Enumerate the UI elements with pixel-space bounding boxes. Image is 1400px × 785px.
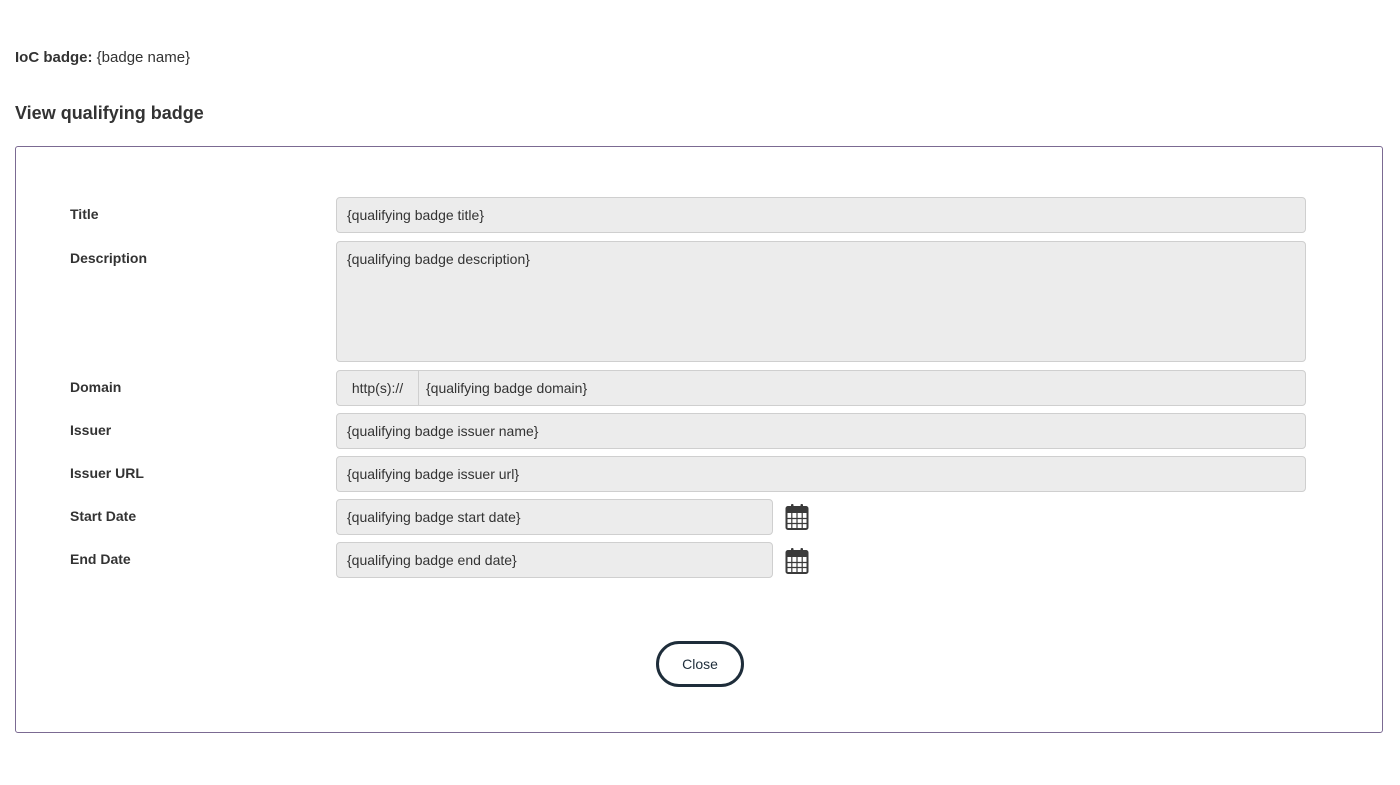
issuer-url-label: Issuer URL	[70, 465, 144, 481]
title-field[interactable]: {qualifying badge title}	[336, 197, 1306, 233]
start-date-label: Start Date	[70, 508, 137, 524]
badge-heading-label: IoC badge:	[15, 49, 93, 66]
domain-prefix-addon: http(s)://	[337, 371, 419, 405]
end-date-field[interactable]: {qualifying badge end date}	[336, 542, 773, 578]
end-date-label: End Date	[70, 551, 131, 567]
domain-field[interactable]: {qualifying badge domain}	[419, 371, 1305, 405]
close-button[interactable]: Close	[656, 641, 744, 687]
end-date-calendar-icon[interactable]	[783, 547, 809, 575]
description-label: Description	[70, 250, 148, 266]
title-label: Title	[70, 206, 99, 222]
start-date-calendar-icon[interactable]	[783, 503, 809, 531]
start-date-field[interactable]: {qualifying badge start date}	[336, 499, 773, 535]
badge-heading: IoC badge: {badge name}	[15, 48, 190, 68]
description-field[interactable]: {qualifying badge description}	[336, 241, 1306, 362]
badge-heading-value: {badge name}	[96, 49, 191, 66]
issuer-label: Issuer	[70, 422, 112, 438]
domain-label: Domain	[70, 379, 122, 395]
issuer-field[interactable]: {qualifying badge issuer name}	[336, 413, 1306, 449]
qualifying-badge-panel: Title {qualifying badge title} Descripti…	[15, 146, 1383, 733]
page-title: View qualifying badge	[15, 103, 204, 123]
issuer-url-field[interactable]: {qualifying badge issuer url}	[336, 456, 1306, 492]
domain-input-group: http(s):// {qualifying badge domain}	[336, 370, 1306, 406]
